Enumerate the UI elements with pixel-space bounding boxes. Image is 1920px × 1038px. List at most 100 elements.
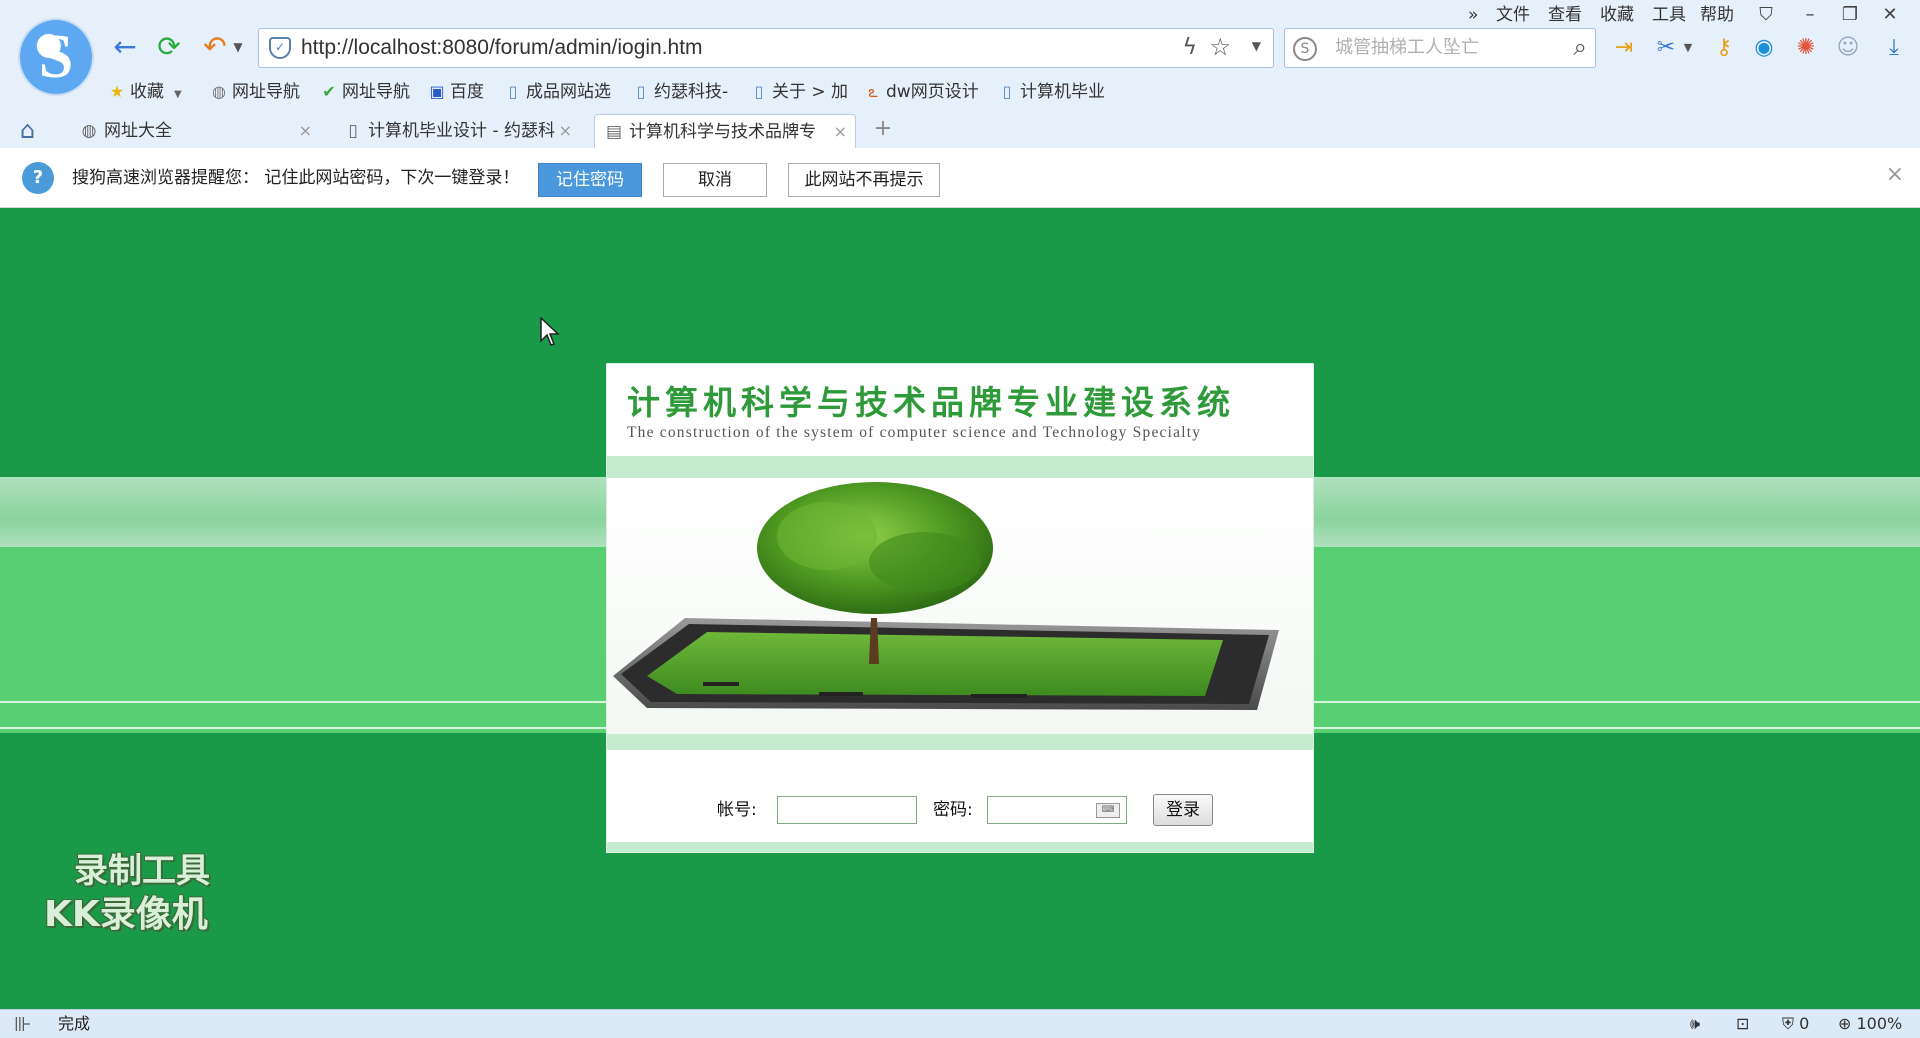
- menu-bar: » 文件 查看 收藏 工具 帮助 ⛉ – ❐ ✕: [1460, 2, 1920, 28]
- decor-strip: [607, 734, 1313, 750]
- account-label: 帐号:: [717, 800, 757, 820]
- menu-file[interactable]: 文件: [1496, 2, 1530, 28]
- toolbox-icon[interactable]: ⊡: [1736, 1010, 1749, 1038]
- swirl-icon: ఽ: [868, 82, 878, 101]
- bookmarks-bar: ★ 收藏 ▼ ◍ 网址导航 ✔ 网址导航 ▣ 百度 ▯ 成品网站选 ▯ 约瑟科技- ▯ 关于 >…: [108, 78, 1208, 106]
- bookmark-nav-2[interactable]: ✔ 网址导航: [320, 78, 410, 106]
- notice-text: 搜狗高速浏览器提醒您： 记住此网站密码，下次一键登录！: [72, 168, 520, 188]
- page-icon: ▯: [754, 82, 764, 101]
- tab-brand-system[interactable]: ▤ 计算机科学与技术品牌专 ×: [594, 114, 856, 148]
- bookmark-baidu[interactable]: ▣ 百度: [428, 78, 484, 106]
- keyboard-icon[interactable]: ⌨: [1096, 803, 1120, 818]
- sidebar-toggle-icon[interactable]: ⊪: [14, 1012, 31, 1036]
- status-text: 完成: [58, 1014, 91, 1033]
- decor-strip: [607, 456, 1313, 478]
- remember-password-button[interactable]: 记住密码: [538, 163, 642, 197]
- face-icon[interactable]: ☺: [1834, 34, 1862, 62]
- tab-close-icon[interactable]: ×: [829, 115, 847, 148]
- chevron-down-icon[interactable]: ▼: [230, 30, 246, 64]
- bookmark-yuese[interactable]: ▯ 约瑟科技-: [632, 78, 729, 106]
- search-box[interactable]: S 城管抽梯工人坠亡 ⌕: [1284, 28, 1596, 68]
- login-button[interactable]: 登录: [1153, 794, 1213, 826]
- menu-more-icon[interactable]: »: [1468, 2, 1478, 28]
- page-icon: ▯: [508, 82, 518, 101]
- bookmark-nav-1[interactable]: ◍ 网址导航: [210, 78, 300, 106]
- bookmark-dw[interactable]: ఽ dw网页设计: [864, 78, 978, 106]
- back-arrow-icon[interactable]: ←: [108, 30, 142, 64]
- search-placeholder[interactable]: 城管抽梯工人坠亡: [1335, 29, 1479, 67]
- chevron-down-icon[interactable]: ▼: [1680, 34, 1696, 62]
- chart-page-icon: ▤: [605, 122, 623, 142]
- bookmark-graduation[interactable]: ▯ 计算机毕业: [998, 78, 1105, 106]
- close-icon[interactable]: ×: [1886, 162, 1904, 187]
- sogou-logo-icon[interactable]: S: [18, 18, 94, 96]
- page-icon: ▯: [1002, 82, 1012, 101]
- page-icon: ▯: [636, 82, 646, 101]
- mouse-cursor-icon: [540, 317, 560, 346]
- speaker-icon[interactable]: 🕪: [1690, 1010, 1700, 1038]
- key-icon[interactable]: ⚷: [1710, 34, 1738, 62]
- minimize-icon[interactable]: –: [1798, 2, 1822, 28]
- skin-shirt-icon[interactable]: ⛉: [1754, 2, 1778, 28]
- globe-icon: ◍: [212, 82, 226, 101]
- refresh-icon[interactable]: ⟳: [152, 30, 186, 64]
- menu-view[interactable]: 查看: [1548, 2, 1582, 28]
- zoom-control[interactable]: ⊕ 100%: [1838, 1010, 1902, 1038]
- tab-bar: ⌂ ◍ 网址大全 × ▯ 计算机毕业设计 - 约瑟科 × ▤ 计算机科学与技术品牌专 …: [0, 114, 1920, 148]
- close-icon[interactable]: ✕: [1878, 2, 1902, 28]
- tree-tablet-illustration: [613, 482, 1279, 710]
- chevron-down-icon[interactable]: ▼: [1252, 39, 1261, 53]
- restore-icon[interactable]: ❐: [1838, 2, 1862, 28]
- star-icon[interactable]: ☆: [1209, 33, 1231, 61]
- paw-icon: ▣: [429, 82, 445, 101]
- globe-icon: ◍: [81, 121, 97, 141]
- sogou-search-icon: S: [1293, 37, 1317, 61]
- password-input[interactable]: ⌨: [987, 796, 1127, 824]
- star-icon: ★: [109, 82, 125, 101]
- chevron-down-icon[interactable]: ▼: [174, 89, 182, 100]
- menu-tools[interactable]: 工具: [1652, 2, 1686, 28]
- system-title: 计算机科学与技术品牌专业建设系统: [627, 383, 1235, 422]
- system-subtitle: The construction of the system of comput…: [627, 424, 1202, 441]
- new-tab-button[interactable]: +: [866, 114, 900, 144]
- weibo-icon[interactable]: ✺: [1792, 34, 1820, 62]
- zoom-icon: ⊕: [1838, 1014, 1852, 1033]
- bookmark-sites[interactable]: ▯ 成品网站选: [504, 78, 611, 106]
- undo-icon[interactable]: ↶: [198, 30, 232, 64]
- address-bar[interactable]: ✓ http://localhost:8080/forum/admin/iogi…: [258, 28, 1274, 68]
- adblock-count[interactable]: ⛨ 0: [1782, 1010, 1809, 1038]
- tab-close-icon[interactable]: ×: [554, 114, 572, 148]
- cancel-button[interactable]: 取消: [663, 163, 767, 197]
- key-hint-icon: ?: [22, 162, 54, 194]
- password-notice-bar: ? 搜狗高速浏览器提醒您： 记住此网站密码，下次一键登录！ 记住密码 取消 此网…: [0, 148, 1920, 208]
- address-url[interactable]: http://localhost:8080/forum/admin/iogin.…: [301, 29, 703, 67]
- never-remind-button[interactable]: 此网站不再提示: [788, 163, 940, 197]
- watermark-line-2: KK录像机: [44, 894, 208, 935]
- page-content: 计算机科学与技术品牌专业建设系统 The construction of the…: [0, 209, 1920, 1009]
- lightning-icon[interactable]: ϟ: [1182, 35, 1197, 60]
- shield-icon: ✓: [269, 37, 291, 59]
- menu-help[interactable]: 帮助: [1700, 2, 1734, 28]
- search-icon[interactable]: ⌕: [1574, 33, 1587, 61]
- menu-favorites[interactable]: 收藏: [1600, 2, 1634, 28]
- check-icon: ✔: [322, 82, 336, 101]
- tab-url-directory[interactable]: ◍ 网址大全 ×: [70, 114, 320, 148]
- page-icon: ▯: [348, 121, 358, 141]
- tree-tablet-image: [607, 478, 1313, 734]
- bookmark-favorites[interactable]: ★ 收藏 ▼: [108, 78, 182, 106]
- browser-chrome: S ← ⟳ ↶ ▼ ✓ http://localhost:8080/forum/…: [0, 0, 1920, 148]
- login-icon[interactable]: ⇥: [1610, 34, 1638, 62]
- scissors-icon[interactable]: ✂: [1652, 34, 1680, 62]
- tab-close-icon[interactable]: ×: [299, 114, 312, 148]
- status-bar: ⊪ 完成 🕪 ⊡ ⛨ 0 ⊕ 100%: [0, 1009, 1920, 1038]
- magnifier-app-icon[interactable]: ◉: [1750, 34, 1778, 62]
- shield-icon: ⛨: [1782, 1014, 1795, 1033]
- account-input[interactable]: [777, 796, 917, 824]
- decor-strip: [607, 842, 1313, 852]
- tab-graduation-design[interactable]: ▯ 计算机毕业设计 - 约瑟科 ×: [334, 114, 580, 148]
- home-icon[interactable]: ⌂: [20, 116, 35, 144]
- bookmark-about[interactable]: ▯ 关于 > 加: [750, 78, 848, 106]
- login-panel: 计算机科学与技术品牌专业建设系统 The construction of the…: [606, 363, 1314, 853]
- password-label: 密码:: [933, 800, 973, 820]
- download-icon[interactable]: ⤓: [1880, 34, 1908, 62]
